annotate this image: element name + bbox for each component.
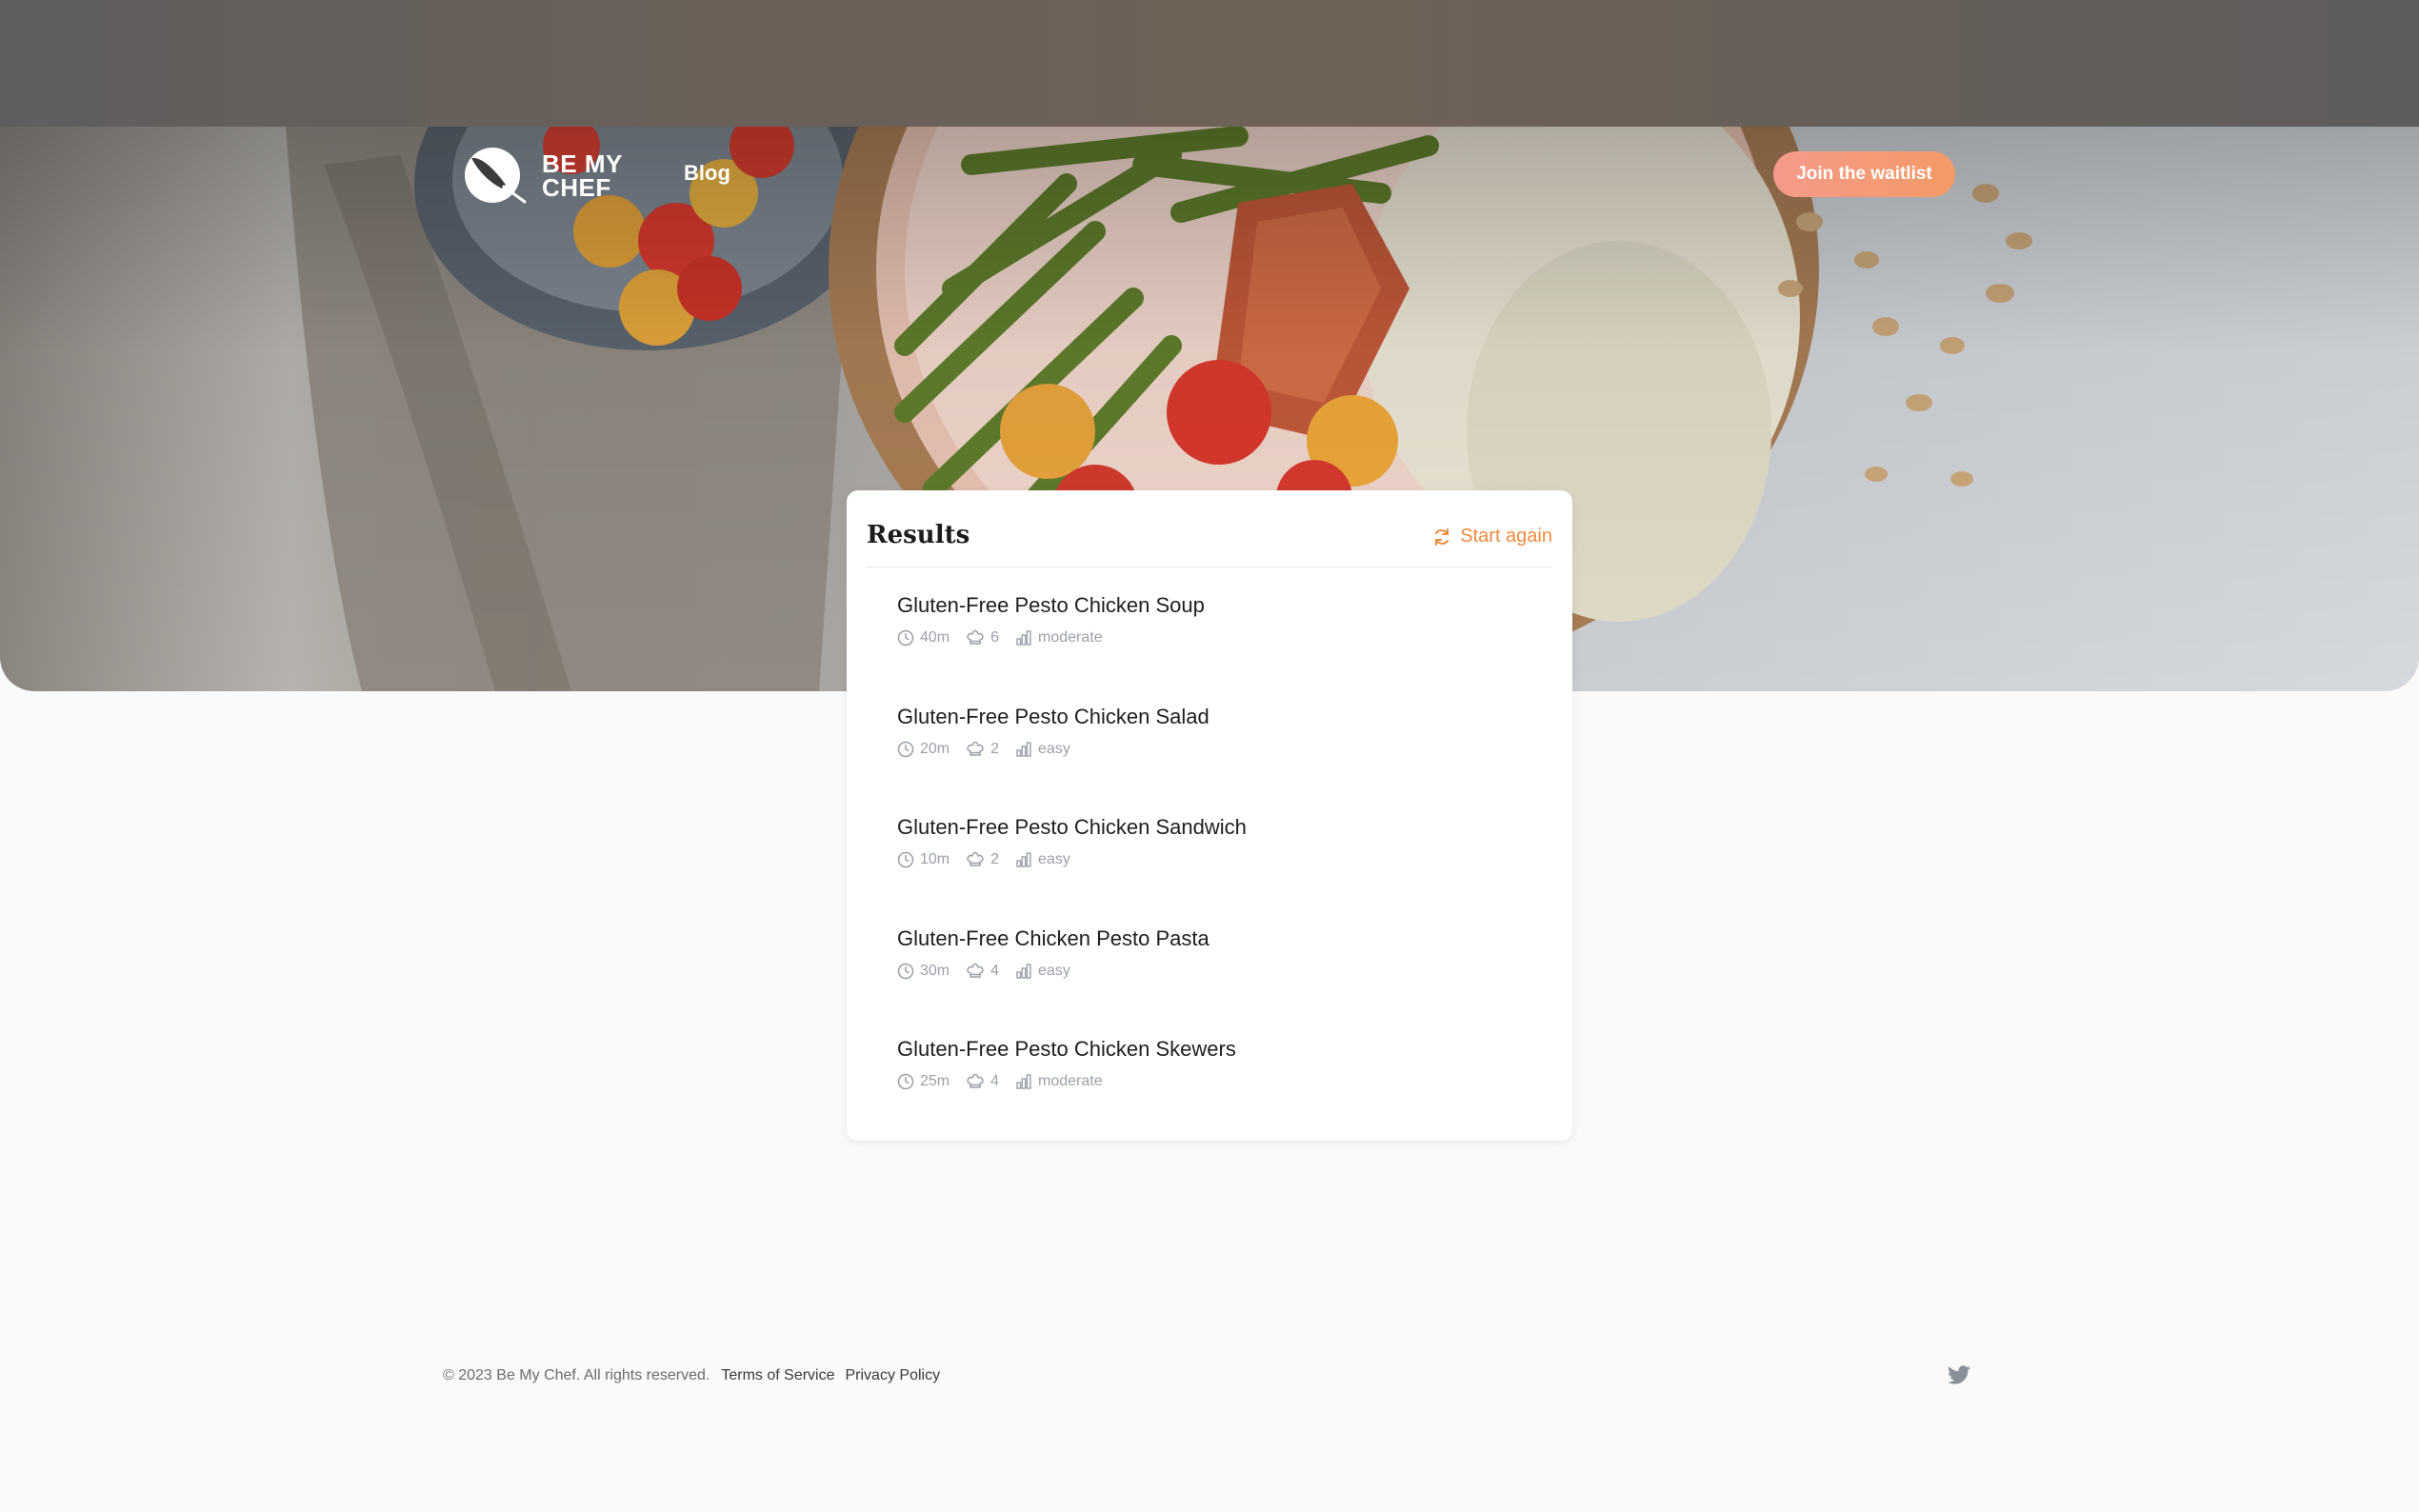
clock-icon bbox=[897, 741, 914, 757]
servings-meta: 4 bbox=[966, 1073, 999, 1090]
chef-hat-icon bbox=[967, 851, 984, 866]
result-item[interactable]: Gluten-Free Chicken Pesto Pasta 30m 4 ea… bbox=[897, 926, 1545, 1038]
bar-chart-icon bbox=[1016, 963, 1031, 979]
clock-icon bbox=[897, 963, 914, 979]
result-time: 40m bbox=[920, 629, 950, 646]
time-meta: 40m bbox=[897, 629, 950, 647]
difficulty-meta: moderate bbox=[1015, 629, 1103, 647]
brand-name: BE MY CHEF bbox=[542, 151, 623, 202]
top-band bbox=[0, 0, 2419, 127]
result-item[interactable]: Gluten-Free Pesto Chicken Skewers 25m 4 … bbox=[897, 1037, 1545, 1148]
result-meta: 10m 2 easy bbox=[897, 851, 1545, 868]
result-servings: 2 bbox=[990, 740, 1000, 757]
privacy-policy-link[interactable]: Privacy Policy bbox=[846, 1367, 941, 1384]
result-servings: 6 bbox=[990, 629, 1000, 646]
result-difficulty: easy bbox=[1038, 962, 1070, 979]
result-title: Gluten-Free Pesto Chicken Soup bbox=[897, 593, 1205, 617]
difficulty-meta: easy bbox=[1015, 851, 1070, 868]
result-title: Gluten-Free Pesto Chicken Salad bbox=[897, 704, 1210, 728]
results-title: Results bbox=[867, 521, 970, 549]
time-meta: 30m bbox=[897, 963, 950, 980]
brand-logo[interactable]: BE MY CHEF bbox=[464, 145, 623, 208]
chef-hat-icon bbox=[967, 963, 984, 978]
time-meta: 10m bbox=[897, 851, 950, 868]
clock-icon bbox=[897, 1073, 914, 1090]
bar-chart-icon bbox=[1016, 741, 1031, 757]
results-list: Gluten-Free Pesto Chicken Soup 40m 6 mod… bbox=[897, 593, 1545, 1148]
bar-chart-icon bbox=[1016, 852, 1031, 867]
brand-name-line2: CHEF bbox=[542, 173, 611, 202]
chef-hat-icon bbox=[967, 741, 984, 756]
result-title: Gluten-Free Pesto Chicken Sandwich bbox=[897, 815, 1247, 839]
result-meta: 30m 4 easy bbox=[897, 963, 1545, 980]
result-meta: 40m 6 moderate bbox=[897, 629, 1545, 647]
bar-chart-icon bbox=[1016, 630, 1031, 646]
difficulty-meta: easy bbox=[1015, 963, 1070, 980]
refresh-icon bbox=[1435, 527, 1449, 546]
result-difficulty: easy bbox=[1038, 851, 1070, 867]
result-difficulty: moderate bbox=[1038, 629, 1103, 646]
result-time: 30m bbox=[920, 962, 950, 979]
result-item[interactable]: Gluten-Free Pesto Chicken Salad 20m 2 ea… bbox=[897, 705, 1545, 816]
result-servings: 4 bbox=[990, 962, 1000, 979]
chef-hat-icon bbox=[967, 1073, 984, 1088]
knife-in-circle-icon bbox=[465, 148, 527, 204]
result-item[interactable]: Gluten-Free Pesto Chicken Sandwich 10m 2… bbox=[897, 815, 1545, 926]
start-again-label: Start again bbox=[1460, 526, 1552, 547]
clock-icon bbox=[897, 629, 914, 647]
servings-meta: 2 bbox=[966, 741, 999, 758]
results-card: Results Start again Gluten-Free Pesto Ch… bbox=[847, 490, 1572, 1141]
result-meta: 25m 4 moderate bbox=[897, 1073, 1545, 1090]
join-waitlist-button[interactable]: Join the waitlist bbox=[1773, 151, 1955, 197]
copyright-text: © 2023 Be My Chef. All rights reserved. bbox=[443, 1367, 710, 1383]
result-servings: 4 bbox=[990, 1073, 1000, 1089]
result-difficulty: easy bbox=[1038, 740, 1070, 757]
result-title: Gluten-Free Pesto Chicken Skewers bbox=[897, 1037, 1236, 1061]
twitter-link[interactable] bbox=[1947, 1365, 1971, 1391]
servings-meta: 4 bbox=[966, 963, 999, 980]
result-time: 20m bbox=[920, 740, 950, 757]
servings-meta: 2 bbox=[966, 851, 999, 868]
chef-hat-icon bbox=[967, 629, 984, 645]
bar-chart-icon bbox=[1016, 1074, 1031, 1089]
twitter-icon bbox=[1948, 1365, 1970, 1384]
start-again-button[interactable]: Start again bbox=[1432, 526, 1552, 547]
servings-meta: 6 bbox=[966, 629, 999, 647]
time-meta: 25m bbox=[897, 1073, 950, 1090]
result-difficulty: moderate bbox=[1038, 1073, 1103, 1089]
footer: © 2023 Be My Chef. All rights reserved. … bbox=[443, 1367, 950, 1384]
result-servings: 2 bbox=[990, 851, 1000, 867]
result-item[interactable]: Gluten-Free Pesto Chicken Soup 40m 6 mod… bbox=[897, 593, 1545, 705]
difficulty-meta: easy bbox=[1015, 741, 1070, 758]
result-title: Gluten-Free Chicken Pesto Pasta bbox=[897, 925, 1210, 950]
clock-icon bbox=[897, 851, 914, 868]
terms-of-service-link[interactable]: Terms of Service bbox=[721, 1367, 834, 1384]
result-meta: 20m 2 easy bbox=[897, 741, 1545, 758]
difficulty-meta: moderate bbox=[1015, 1073, 1103, 1090]
result-time: 10m bbox=[920, 851, 950, 867]
result-time: 25m bbox=[920, 1073, 950, 1089]
time-meta: 20m bbox=[897, 741, 950, 758]
nav-link-blog[interactable]: Blog bbox=[684, 161, 730, 186]
